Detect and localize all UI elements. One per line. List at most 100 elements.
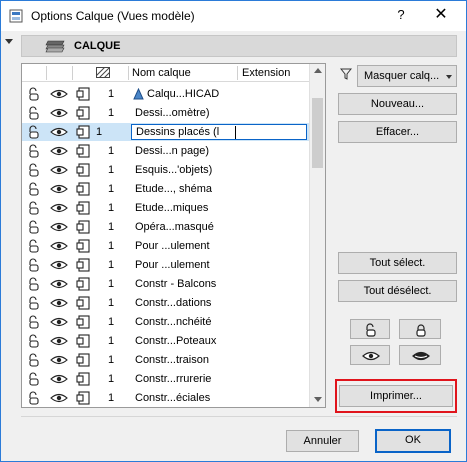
cancel-button[interactable]: Annuler	[286, 430, 359, 452]
layer-intersection-number[interactable]: 1	[108, 354, 114, 366]
layer-row[interactable]: 1 Esquis...'objets)	[22, 161, 309, 179]
visibility-toggle-icon[interactable]	[50, 125, 68, 139]
collapse-arrow-icon[interactable]	[5, 39, 13, 44]
layer-name[interactable]: Constr...dations	[135, 297, 211, 309]
layer-intersection-number[interactable]: 1	[108, 221, 114, 233]
layer-row[interactable]: 1 Dessi...n page)	[22, 142, 309, 160]
wireframe-toggle-icon[interactable]	[76, 296, 92, 310]
lock-toggle-icon[interactable]	[26, 353, 42, 367]
wireframe-toggle-icon[interactable]	[76, 163, 92, 177]
wireframe-toggle-icon[interactable]	[76, 315, 92, 329]
wireframe-toggle-icon[interactable]	[76, 125, 92, 139]
layer-intersection-number[interactable]: 1	[108, 240, 114, 252]
lock-toggle-icon[interactable]	[26, 220, 42, 234]
lock-toggle-icon[interactable]	[26, 277, 42, 291]
layer-name[interactable]: Etude...miques	[135, 202, 208, 214]
lock-all-button[interactable]	[399, 319, 441, 339]
layer-row[interactable]: 1 Etude..., shéma	[22, 180, 309, 198]
visibility-toggle-icon[interactable]	[50, 163, 68, 177]
wireframe-toggle-icon[interactable]	[76, 391, 92, 405]
visibility-toggle-icon[interactable]	[50, 144, 68, 158]
layer-row[interactable]: 1 Constr...dations	[22, 294, 309, 312]
lock-toggle-icon[interactable]	[26, 201, 42, 215]
visibility-toggle-icon[interactable]	[50, 182, 68, 196]
new-layer-button[interactable]: Nouveau...	[338, 93, 457, 115]
layer-name[interactable]: Opéra...masqué	[135, 221, 214, 233]
wireframe-toggle-icon[interactable]	[76, 334, 92, 348]
layer-name[interactable]: Pour ...ulement	[135, 240, 210, 252]
lock-toggle-icon[interactable]	[26, 296, 42, 310]
layer-row[interactable]: 1 Constr...traison	[22, 351, 309, 369]
ok-button[interactable]: OK	[375, 429, 451, 453]
lock-toggle-icon[interactable]	[26, 258, 42, 272]
layer-name[interactable]: Constr...éciales	[135, 392, 210, 404]
layer-row[interactable]: 1 Calqu...HICAD	[22, 85, 309, 103]
wireframe-toggle-icon[interactable]	[76, 239, 92, 253]
show-all-button[interactable]	[350, 345, 390, 365]
layer-row[interactable]: 1 Pour ...ulement	[22, 256, 309, 274]
layer-intersection-number[interactable]: 1	[108, 335, 114, 347]
lock-toggle-icon[interactable]	[26, 182, 42, 196]
layer-intersection-number[interactable]: 1	[108, 88, 114, 100]
hatch-column-icon[interactable]	[96, 67, 110, 78]
lock-toggle-icon[interactable]	[26, 239, 42, 253]
visibility-toggle-icon[interactable]	[50, 277, 68, 291]
layer-intersection-number[interactable]: 1	[96, 126, 102, 138]
visibility-toggle-icon[interactable]	[50, 87, 68, 101]
help-button[interactable]: ?	[391, 7, 411, 25]
wireframe-toggle-icon[interactable]	[76, 258, 92, 272]
scroll-up-icon[interactable]	[314, 68, 322, 73]
delete-layer-button[interactable]: Effacer...	[338, 121, 457, 143]
visibility-toggle-icon[interactable]	[50, 353, 68, 367]
layer-name[interactable]: Constr - Balcons	[135, 278, 216, 290]
visibility-toggle-icon[interactable]	[50, 239, 68, 253]
layer-intersection-number[interactable]: 1	[108, 278, 114, 290]
layer-intersection-number[interactable]: 1	[108, 202, 114, 214]
close-button[interactable]: ✕	[431, 5, 451, 25]
wireframe-toggle-icon[interactable]	[76, 372, 92, 386]
layer-intersection-number[interactable]: 1	[108, 145, 114, 157]
visibility-toggle-icon[interactable]	[50, 315, 68, 329]
scroll-thumb[interactable]	[312, 98, 323, 168]
select-all-button[interactable]: Tout sélect.	[338, 252, 457, 274]
layer-row[interactable]: 1 Etude...miques	[22, 199, 309, 217]
layer-row[interactable]: 1 Dessi...omètre)	[22, 104, 309, 122]
lock-toggle-icon[interactable]	[26, 315, 42, 329]
wireframe-toggle-icon[interactable]	[76, 220, 92, 234]
wireframe-toggle-icon[interactable]	[76, 87, 92, 101]
visibility-toggle-icon[interactable]	[50, 372, 68, 386]
layer-intersection-number[interactable]: 1	[108, 316, 114, 328]
layer-name[interactable]: Constr...traison	[135, 354, 209, 366]
visibility-toggle-icon[interactable]	[50, 106, 68, 120]
lock-toggle-icon[interactable]	[26, 391, 42, 405]
layer-row[interactable]: 1 Pour ...ulement	[22, 237, 309, 255]
layer-intersection-number[interactable]: 1	[108, 392, 114, 404]
lock-toggle-icon[interactable]	[26, 125, 42, 139]
layer-name[interactable]: Esquis...'objets)	[135, 164, 212, 176]
lock-toggle-icon[interactable]	[26, 372, 42, 386]
layer-name[interactable]: Etude..., shéma	[135, 183, 212, 195]
hide-all-button[interactable]	[399, 345, 441, 365]
layer-intersection-number[interactable]: 1	[108, 183, 114, 195]
layer-filter-select[interactable]: Masquer calq...	[357, 65, 457, 87]
layer-intersection-number[interactable]: 1	[108, 164, 114, 176]
wireframe-toggle-icon[interactable]	[76, 144, 92, 158]
layer-row[interactable]: 1 Constr...nchéité	[22, 313, 309, 331]
layer-list[interactable]: Nom calque Extension 1 Calqu...HICAD 1 Dess…	[21, 63, 326, 408]
print-button[interactable]: Imprimer...	[339, 385, 453, 407]
visibility-toggle-icon[interactable]	[50, 391, 68, 405]
list-scrollbar[interactable]	[309, 64, 325, 407]
layer-row[interactable]: 1 Constr...Poteaux	[22, 332, 309, 350]
wireframe-toggle-icon[interactable]	[76, 201, 92, 215]
wireframe-toggle-icon[interactable]	[76, 106, 92, 120]
unlock-all-button[interactable]	[350, 319, 390, 339]
wireframe-toggle-icon[interactable]	[76, 353, 92, 367]
layer-name[interactable]: Dessi...n page)	[135, 145, 209, 157]
layer-row[interactable]: 1 Dessins placés (l	[22, 123, 309, 141]
layer-intersection-number[interactable]: 1	[108, 107, 114, 119]
layer-row[interactable]: 1 Constr...éciales	[22, 389, 309, 407]
layer-name[interactable]: Pour ...ulement	[135, 259, 210, 271]
layer-name[interactable]: Constr...nchéité	[135, 316, 211, 328]
lock-toggle-icon[interactable]	[26, 163, 42, 177]
layer-name-edit-field[interactable]: Dessins placés (l	[131, 124, 307, 140]
